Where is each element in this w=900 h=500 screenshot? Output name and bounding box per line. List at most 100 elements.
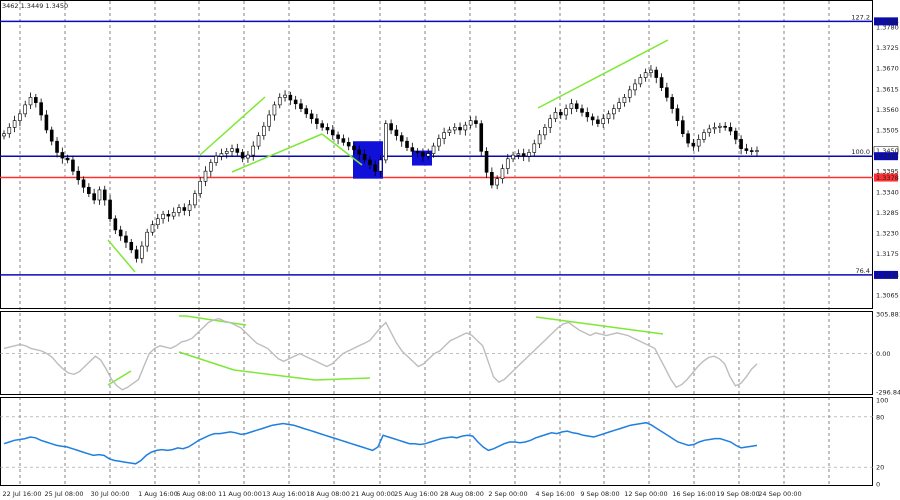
candle-body-105 <box>558 112 563 116</box>
candle-body-81 <box>431 145 436 154</box>
candle-body-139 <box>739 139 743 150</box>
candle-body-59 <box>315 118 319 124</box>
candle-body-100 <box>532 143 537 153</box>
candle-body-123 <box>654 69 659 78</box>
cci-tick-1: 0.00 <box>876 350 890 358</box>
candle-body-75 <box>399 135 404 142</box>
time-tick-2: 30 Jul 00:00 <box>91 490 130 498</box>
candle-body-117 <box>622 97 627 103</box>
candle-body-119 <box>633 83 637 91</box>
candle-body-86 <box>458 127 462 131</box>
candle-body-52 <box>277 97 282 106</box>
candle-body-111 <box>590 116 595 121</box>
price-tag-text-3: 1.3378 <box>876 174 899 182</box>
price-tick-14: 1.3175 <box>876 250 899 258</box>
candle-body-126 <box>670 97 674 109</box>
candle-body-70 <box>373 164 377 172</box>
time-tick-13: 9 Sep 08:00 <box>580 490 619 498</box>
candle-body-57 <box>304 108 309 115</box>
candle-body-8 <box>44 114 49 131</box>
rsi-tick-3: 0 <box>876 481 880 489</box>
candle-body-113 <box>601 118 606 124</box>
time-tick-16: 19 Sep 08:00 <box>716 490 759 498</box>
candle-body-72 <box>384 123 388 161</box>
candle-body-41 <box>219 153 224 157</box>
candle-body-25 <box>134 249 139 259</box>
candle-body-11 <box>60 152 65 159</box>
cci-tick-2: -296.8474 <box>876 389 900 397</box>
candle-body-51 <box>272 104 277 116</box>
rsi-tick-0: 100 <box>876 397 888 405</box>
candle-body-94 <box>500 168 505 179</box>
candle-body-71 <box>378 159 383 172</box>
candle-body-66 <box>352 145 356 151</box>
candle-body-9 <box>49 129 54 142</box>
candle-body-108 <box>574 103 579 109</box>
candle-body-82 <box>437 138 441 147</box>
candle-body-14 <box>76 170 81 181</box>
candle-body-10 <box>55 140 59 153</box>
candle-body-129 <box>686 133 690 144</box>
price-tag-text-0: 1.3795 <box>876 18 899 26</box>
candle-body-2 <box>12 120 17 128</box>
time-tick-7: 18 Aug 08:00 <box>306 490 350 498</box>
candle-body-91 <box>484 151 489 173</box>
candle-body-80 <box>426 153 431 157</box>
candle-body-102 <box>543 127 547 136</box>
candle-body-118 <box>627 89 632 98</box>
candle-body-99 <box>527 152 531 157</box>
price-tag-text-4: 1.3118 <box>876 271 899 279</box>
candle-body-97 <box>516 153 521 156</box>
time-tick-11: 2 Sep 00:00 <box>488 490 527 498</box>
candle-body-62 <box>330 129 335 136</box>
candle-body-47 <box>251 145 256 156</box>
candle-body-64 <box>341 138 346 143</box>
candle-body-35 <box>187 204 192 211</box>
candle-body-31 <box>166 213 171 217</box>
price-tick-12: 1.3285 <box>876 209 899 217</box>
candle-body-109 <box>580 108 584 113</box>
cci-tick-0: 305.8816 <box>876 311 900 319</box>
candle-body-12 <box>65 157 70 161</box>
candle-body-55 <box>293 99 298 105</box>
candle-body-37 <box>198 180 203 194</box>
candle-body-121 <box>643 72 648 78</box>
candle-body-77 <box>410 147 415 152</box>
candle-body-7 <box>39 102 43 116</box>
candle-body-6 <box>34 97 38 103</box>
candle-body-49 <box>262 125 266 136</box>
price-tick-16: 1.3065 <box>876 291 899 299</box>
candle-body-120 <box>638 77 643 85</box>
candle-body-26 <box>140 245 144 259</box>
candle-body-58 <box>309 113 314 120</box>
candle-body-46 <box>246 154 250 159</box>
candle-body-22 <box>118 229 123 237</box>
candle-body-63 <box>336 134 340 139</box>
rsi-tick-2: 20 <box>876 464 884 472</box>
candle-body-128 <box>680 120 685 135</box>
candle-body-56 <box>299 103 303 109</box>
time-tick-8: 21 Aug 00:00 <box>351 490 395 498</box>
price-tag-text-2: 1.3435 <box>876 153 899 161</box>
candle-body-67 <box>357 149 362 155</box>
forex-chart: 127.2100.076.4 1.37951.37801.37251.36701… <box>0 0 900 500</box>
candle-body-27 <box>145 231 149 247</box>
price-tick-13: 1.3230 <box>876 229 899 237</box>
candle-body-140 <box>744 148 749 151</box>
candle-body-65 <box>346 142 351 147</box>
candle-body-42 <box>224 151 229 154</box>
candle-body-88 <box>468 120 473 126</box>
price-tick-3: 1.3670 <box>876 65 899 73</box>
level-label-3: 76.4 <box>856 267 870 275</box>
candle-body-127 <box>675 108 680 121</box>
candle-body-60 <box>320 123 324 128</box>
candle-body-15 <box>81 179 86 188</box>
candle-body-125 <box>665 87 669 98</box>
candle-body-20 <box>108 199 112 220</box>
candle-body-87 <box>463 124 468 131</box>
candle-body-98 <box>521 153 526 157</box>
candle-body-17 <box>92 193 96 201</box>
candle-body-36 <box>193 193 197 206</box>
time-tick-10: 28 Aug 08:00 <box>440 490 484 498</box>
candle-body-95 <box>505 158 510 169</box>
